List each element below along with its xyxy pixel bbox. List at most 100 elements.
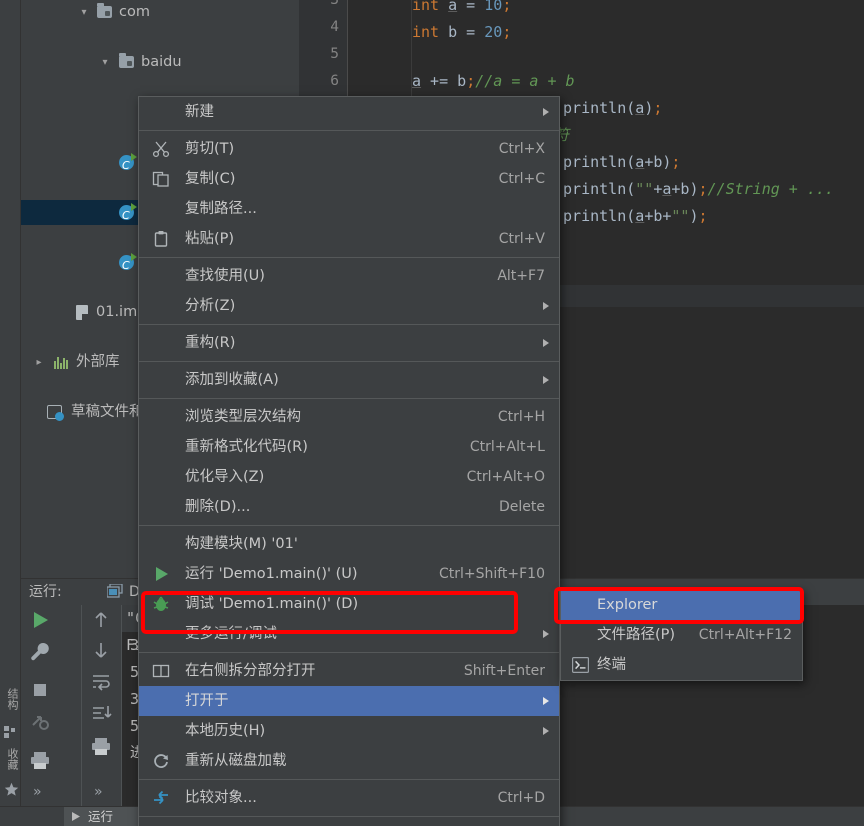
scroll-up-icon[interactable] (90, 609, 114, 633)
sidebar-tab-favorites[interactable]: 收藏 (1, 748, 20, 770)
menu-item-cut[interactable]: 剪切(T) Ctrl+X (139, 134, 559, 164)
menu-item-label: 更多运行/调试 (185, 626, 277, 642)
star-icon (4, 782, 19, 796)
menu-separator (139, 361, 559, 362)
submenu-item-explorer[interactable]: Explorer (561, 590, 802, 621)
code-line: a += b;//a = a + b (412, 72, 575, 90)
menu-item-label: 本地历史(H) (185, 723, 266, 739)
menu-item-type-hierarchy[interactable]: 浏览类型层次结构 Ctrl+H (139, 402, 559, 432)
menu-item-label: 比较对象... (185, 790, 257, 806)
terminal-icon (572, 657, 590, 675)
menu-item-label: 在右侧拆分部分打开 (185, 663, 316, 679)
menu-item-paste[interactable]: 粘贴(P) Ctrl+V (139, 224, 559, 254)
menu-item-optimize-imports[interactable]: 优化导入(Z) Ctrl+Alt+O (139, 462, 559, 492)
menu-item-debug-main[interactable]: 调试 'Demo1.main()' (D) (139, 589, 559, 619)
menu-item-open-in[interactable]: 打开于 (139, 686, 559, 716)
menu-item-find-usages[interactable]: 查找使用(U) Alt+F7 (139, 261, 559, 291)
menu-item-run-main[interactable]: 运行 'Demo1.main()' (U) Ctrl+Shift+F10 (139, 559, 559, 589)
chevron-right-icon (543, 108, 549, 116)
menu-item-analyze[interactable]: 分析(Z) (139, 291, 559, 321)
status-tab-run[interactable]: 运行 (64, 807, 140, 826)
menu-item-local-history[interactable]: 本地历史(H) (139, 716, 559, 746)
left-tool-strip: 结构 收藏 (0, 0, 21, 806)
menu-separator (139, 779, 559, 780)
menu-item-reload-from-disk[interactable]: 重新从磁盘加载 (139, 746, 559, 776)
run-toolbar-primary: » (21, 605, 82, 807)
chevron-down-icon[interactable]: ▾ (78, 0, 90, 25)
menu-item-label: 构建模块(M) '01' (185, 536, 298, 552)
menu-item-accel: Alt+F7 (497, 268, 545, 284)
submenu-item-accel: Ctrl+Alt+F12 (698, 627, 792, 643)
menu-separator (139, 324, 559, 325)
menu-item-label: 添加到收藏(A) (185, 372, 279, 388)
menu-separator (139, 130, 559, 131)
print-console-icon[interactable] (90, 735, 114, 759)
menu-item-mark-directory-as: 标记目录为 (139, 820, 559, 826)
library-icon (54, 350, 70, 375)
folder-icon (97, 0, 113, 25)
chevron-right-icon[interactable]: ▸ (33, 350, 45, 375)
sidebar-tab-structure[interactable]: 结构 (1, 688, 20, 710)
context-menu[interactable]: 新建 剪切(T) Ctrl+X 复制(C) Ctrl+C 复制路径... 粘贴(… (138, 96, 560, 826)
menu-item-accel: Ctrl+V (498, 231, 545, 247)
split-icon (152, 662, 170, 680)
menu-item-copy-path[interactable]: 复制路径... (139, 194, 559, 224)
submenu-item-terminal[interactable]: 终端 (561, 650, 802, 680)
ide-window: 结构 收藏 ▾ com ▾ baidu C C C 01.iml ▸ 外部库 草… (0, 0, 864, 826)
menu-item-accel: Ctrl+C (498, 171, 545, 187)
run-icon[interactable] (29, 609, 53, 633)
menu-item-build-module[interactable]: 构建模块(M) '01' (139, 529, 559, 559)
scissors-icon (152, 140, 170, 158)
menu-item-label: 重新格式化代码(R) (185, 439, 308, 455)
wrench-icon[interactable] (29, 641, 53, 665)
menu-item-accel: Ctrl+Alt+L (469, 439, 545, 455)
menu-separator (139, 398, 559, 399)
clipboard-icon (152, 230, 170, 248)
open-in-submenu[interactable]: Explorer 文件路径(P) Ctrl+Alt+F12 终端 (560, 589, 803, 681)
soft-wrap-icon[interactable] (90, 671, 114, 695)
run-config-icon (107, 584, 123, 599)
menu-item-label: 调试 'Demo1.main()' (D) (185, 596, 359, 612)
menu-item-compare-with[interactable]: 比较对象... Ctrl+D (139, 783, 559, 813)
scroll-down-icon[interactable] (90, 639, 114, 663)
chevron-right-icon (543, 339, 549, 347)
menu-item-more-run-debug[interactable]: 更多运行/调试 (139, 619, 559, 649)
submenu-item-label: 终端 (597, 657, 626, 673)
menu-item-label: 复制(C) (185, 171, 236, 187)
menu-item-label: 查找使用(U) (185, 268, 265, 284)
menu-item-accel: Ctrl+Alt+O (466, 469, 545, 485)
menu-item-accel: Ctrl+Shift+F10 (438, 566, 545, 582)
menu-item-label: 重新从磁盘加载 (185, 753, 287, 769)
run-icon (152, 565, 170, 583)
expand-toolbar2-icon[interactable]: » (94, 781, 118, 805)
menu-item-reformat-code[interactable]: 重新格式化代码(R) Ctrl+Alt+L (139, 432, 559, 462)
run-toolbar-secondary: » (82, 605, 122, 807)
print-icon[interactable] (29, 749, 53, 773)
menu-item-accel: Ctrl+X (498, 141, 545, 157)
menu-item-accel: Shift+Enter (463, 663, 545, 679)
structure-icon (4, 726, 17, 739)
chevron-down-icon[interactable]: ▾ (99, 50, 111, 75)
code-line: int a = 10; (412, 0, 512, 14)
menu-item-delete[interactable]: 删除(D)... Delete (139, 492, 559, 522)
menu-item-accel: Ctrl+D (497, 790, 545, 806)
menu-item-open-in-right-split[interactable]: 在右侧拆分部分打开 Shift+Enter (139, 656, 559, 686)
tree-item-com[interactable]: ▾ com (21, 0, 299, 25)
stop-icon[interactable] (29, 679, 53, 703)
scroll-to-end-icon[interactable] (90, 703, 114, 727)
submenu-item-file-path[interactable]: 文件路径(P) Ctrl+Alt+F12 (561, 621, 802, 650)
tree-item-label: baidu (141, 54, 182, 70)
tree-item-baidu[interactable]: ▾ baidu (21, 50, 299, 75)
menu-item-label: 复制路径... (185, 201, 257, 217)
tree-item-label: 外部库 (76, 354, 120, 370)
tree-item-label: 01.iml (96, 304, 142, 320)
expand-toolbar-icon[interactable]: » (33, 781, 57, 805)
menu-item-copy[interactable]: 复制(C) Ctrl+C (139, 164, 559, 194)
code-line: int b = 20; (412, 23, 512, 41)
menu-item-add-to-favorites[interactable]: 添加到收藏(A) (139, 365, 559, 395)
menu-item-refactor[interactable]: 重构(R) (139, 328, 559, 358)
chevron-right-icon (543, 302, 549, 310)
chevron-right-icon (543, 630, 549, 638)
menu-item-new[interactable]: 新建 (139, 97, 559, 127)
status-tab-label: 运行 (88, 809, 114, 824)
